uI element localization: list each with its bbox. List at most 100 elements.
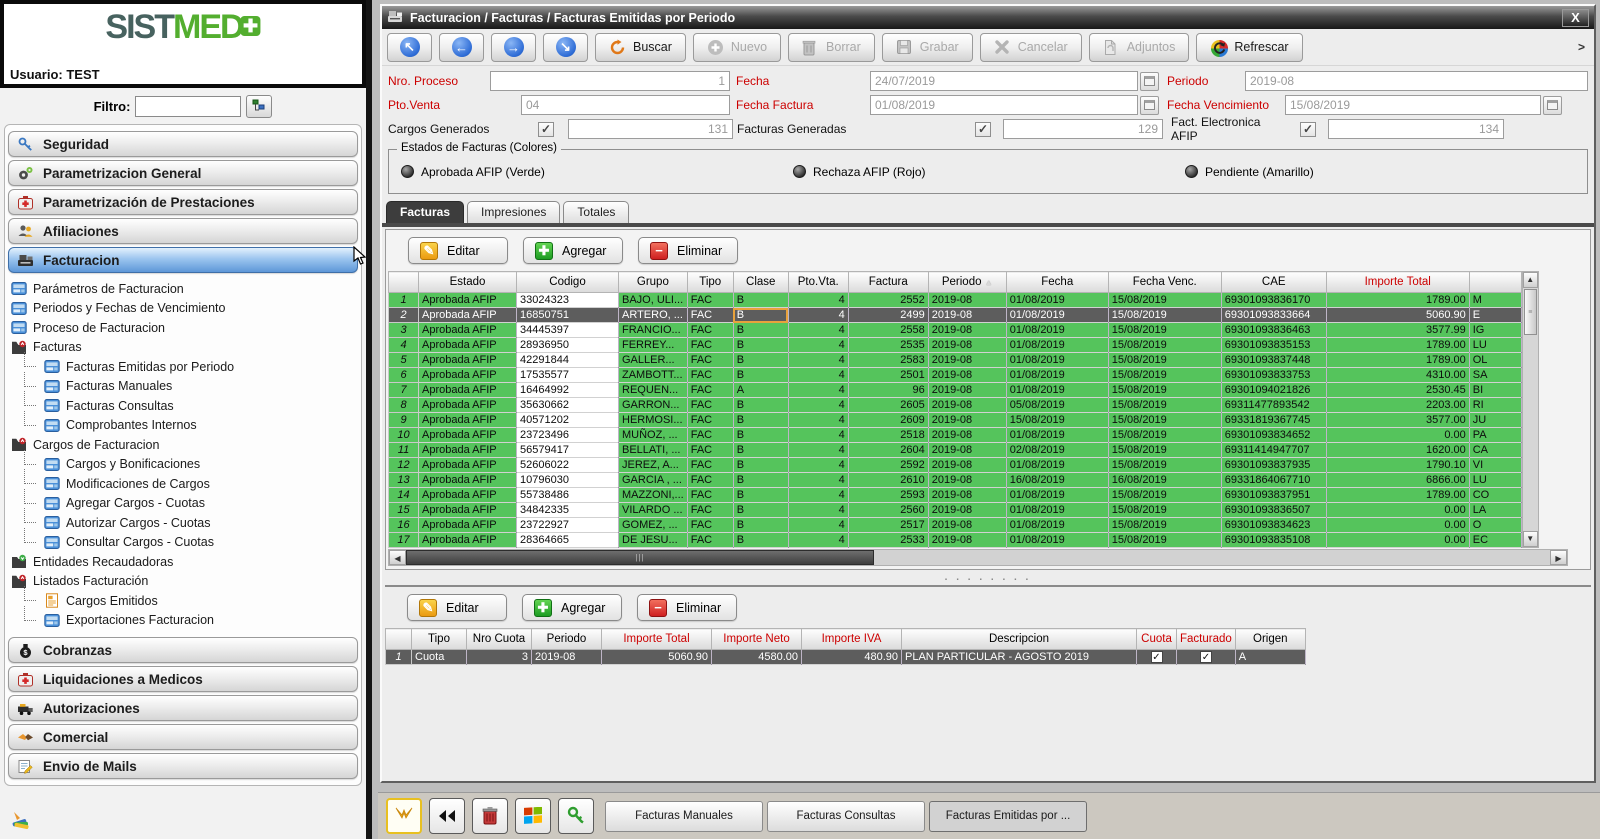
table-row[interactable]: 1Cuota32019-085060.904580.00480.90PLAN P… [386, 650, 1306, 665]
vertical-scrollbar[interactable]: ▲ ≡ ▼ [1522, 271, 1539, 548]
column-header-Fecha[interactable]: Fecha [1006, 272, 1108, 293]
checked-checkbox[interactable]: ✓ [1200, 651, 1212, 663]
tree-item-autorizar-cargos-cuotas[interactable]: Autorizar Cargos - Cuotas [11, 513, 359, 533]
column-header-Codigo[interactable]: Codigo [517, 272, 619, 293]
fecha-vencimiento-field[interactable] [1285, 95, 1541, 115]
panel-splitter[interactable]: . . . . . . . . [382, 570, 1594, 585]
column-header-Clase[interactable]: Clase [733, 272, 788, 293]
column-header-cut[interactable] [1469, 272, 1521, 293]
table-row[interactable]: 10Aprobada AFIP23723496MUÑOZ, ...FACB425… [389, 428, 1522, 443]
scroll-right-icon[interactable]: ▶ [1550, 550, 1567, 565]
horizontal-scrollbar[interactable]: ◀ ||| ▶ [388, 549, 1568, 566]
table-row[interactable]: 9Aprobada AFIP40571202HERMOSI...FACB4260… [389, 413, 1522, 428]
table-row[interactable]: 3Aprobada AFIP34445397FRANCIO...FACB4255… [389, 323, 1522, 338]
favorites-icon[interactable] [386, 798, 422, 834]
editar-button-bottom[interactable]: ✎Editar [407, 594, 507, 621]
eliminar-button-top[interactable]: −Eliminar [638, 237, 738, 264]
tab-totales[interactable]: Totales [563, 201, 629, 223]
table-row[interactable]: 15Aprobada AFIP34842335VILARDO ...FACB42… [389, 503, 1522, 518]
column-header-importe-iva[interactable]: Importe IVA [802, 629, 902, 650]
column-header-Estado[interactable]: Estado [419, 272, 517, 293]
tree-item-facturas[interactable]: Facturas [11, 338, 359, 358]
column-header-descripcion[interactable]: Descripcion [902, 629, 1137, 650]
table-row[interactable]: 8Aprobada AFIP35630662GARRON...FACB42605… [389, 398, 1522, 413]
toolbar-overflow-chevron[interactable]: > [1578, 40, 1585, 54]
nav-last-button[interactable]: ↘ [543, 33, 588, 62]
palette-icon[interactable] [10, 806, 34, 833]
editar-button-top[interactable]: ✎Editar [408, 237, 508, 264]
taskbar-button-0[interactable]: Facturas Manuales [605, 801, 763, 832]
tree-item-exportaciones-facturacion[interactable]: Exportaciones Facturacion [11, 611, 359, 631]
table-row[interactable]: 11Aprobada AFIP56579417BELLATI, ...FACB4… [389, 443, 1522, 458]
tree-item-cargos-emitidos[interactable]: Cargos Emitidos [11, 591, 359, 611]
fact-electronica-count[interactable] [1328, 119, 1504, 139]
tree-item-facturas-manuales[interactable]: Facturas Manuales [11, 377, 359, 397]
tree-item-par-metros-de-facturacion[interactable]: Parámetros de Facturacion [11, 279, 359, 299]
scroll-down-icon[interactable]: ▼ [1523, 531, 1538, 547]
column-header-importe-neto[interactable]: Importe Neto [712, 629, 802, 650]
column-header-Tipo[interactable]: Tipo [687, 272, 733, 293]
agregar-button-top[interactable]: ✚Agregar [523, 237, 623, 264]
column-header-nro-cuota[interactable]: Nro Cuota [467, 629, 532, 650]
fecha-factura-field[interactable] [870, 95, 1138, 115]
agregar-button-bottom[interactable]: ✚Agregar [522, 594, 622, 621]
nro-proceso-field[interactable] [490, 71, 730, 91]
cargos-generados-checkbox[interactable]: ✓ [538, 122, 554, 137]
pto-venta-field[interactable] [521, 95, 730, 115]
checked-checkbox[interactable]: ✓ [1151, 651, 1163, 663]
nav-next-button[interactable]: → [491, 33, 536, 62]
sidebar-item-seguridad[interactable]: Seguridad [8, 131, 358, 157]
sidebar-item-comercial[interactable]: Comercial [8, 724, 358, 750]
column-header-Fecha Venc.[interactable]: Fecha Venc. [1108, 272, 1221, 293]
column-header-facturado[interactable]: Facturado [1177, 629, 1236, 650]
grabar-button[interactable]: Grabar [882, 33, 973, 62]
facturas-generadas-count[interactable] [1003, 119, 1163, 139]
sidebar-item-parametrizaci-n-de-prestaciones[interactable]: Parametrización de Prestaciones [8, 189, 358, 215]
horizontal-scroll-thumb[interactable]: ||| [406, 550, 874, 565]
table-row[interactable]: 13Aprobada AFIP10796030GARCIA , ...FACB4… [389, 473, 1522, 488]
sidebar-item-liquidaciones-a-medicos[interactable]: Liquidaciones a Medicos [8, 666, 358, 692]
filter-input[interactable] [135, 96, 241, 117]
fact-electronica-checkbox[interactable]: ✓ [1300, 122, 1316, 137]
table-row[interactable]: 1Aprobada AFIP33024323BAJO, ULI...FACB42… [389, 293, 1522, 308]
column-header-Importe Total[interactable]: Importe Total [1326, 272, 1469, 293]
table-row[interactable]: 17Aprobada AFIP28364665DE JESU...FACB425… [389, 533, 1522, 548]
column-header-Pto.Vta.[interactable]: Pto.Vta. [788, 272, 848, 293]
periodo-field[interactable] [1245, 71, 1588, 91]
taskbar-button-1[interactable]: Facturas Consultas [767, 801, 925, 832]
sidebar-item-parametrizacion-general[interactable]: Parametrizacion General [8, 160, 358, 186]
fecha-factura-calendar-button[interactable] [1140, 96, 1159, 115]
trash-icon[interactable] [472, 798, 508, 834]
column-header-Factura[interactable]: Factura [848, 272, 928, 293]
rewind-icon[interactable] [429, 798, 465, 834]
column-header-importe-total[interactable]: Importe Total [602, 629, 712, 650]
buscar-button[interactable]: Buscar [595, 33, 686, 62]
column-header-periodo[interactable]: Periodo [532, 629, 602, 650]
tree-item-facturas-consultas[interactable]: Facturas Consultas [11, 396, 359, 416]
table-row[interactable]: 2Aprobada AFIP16850751ARTERO, ...FACB424… [389, 308, 1522, 323]
sidebar-item-envio-de-mails[interactable]: Envio de Mails [8, 753, 358, 779]
tab-impresiones[interactable]: Impresiones [467, 201, 560, 223]
tree-item-comprobantes-internos[interactable]: Comprobantes Internos [11, 416, 359, 436]
fecha-vencimiento-calendar-button[interactable] [1543, 96, 1562, 115]
column-header-cuota[interactable]: Cuota [1137, 629, 1177, 650]
tree-item-proceso-de-facturacion[interactable]: Proceso de Facturacion [11, 318, 359, 338]
tab-facturas[interactable]: Facturas [386, 201, 464, 223]
table-row[interactable]: 12Aprobada AFIP52606022JEREZ, A...FACB42… [389, 458, 1522, 473]
scroll-up-icon[interactable]: ▲ [1523, 272, 1538, 288]
tree-item-entidades-recaudadoras[interactable]: Entidades Recaudadoras [11, 552, 359, 572]
cancelar-button[interactable]: Cancelar [980, 33, 1082, 62]
table-row[interactable]: 7Aprobada AFIP16464992REQUEN...FACA49620… [389, 383, 1522, 398]
eliminar-button-bottom[interactable]: −Eliminar [637, 594, 737, 621]
column-header-origen[interactable]: Origen [1235, 629, 1305, 650]
filter-tree-button[interactable] [246, 95, 272, 118]
cargos-generados-count[interactable] [568, 119, 733, 139]
taskbar-button-2[interactable]: Facturas Emitidas por ... [929, 801, 1087, 832]
tree-item-cargos-y-bonificaciones[interactable]: Cargos y Bonificaciones [11, 455, 359, 475]
nav-first-button[interactable]: ↖ [387, 33, 432, 62]
refrescar-button[interactable]: Refrescar [1196, 33, 1302, 62]
sidebar-item-autorizaciones[interactable]: Autorizaciones [8, 695, 358, 721]
tree-item-modificaciones-de-cargos[interactable]: Modificaciones de Cargos [11, 474, 359, 494]
sidebar-item-afiliaciones[interactable]: Afiliaciones [8, 218, 358, 244]
sidebar-item-facturacion[interactable]: Facturacion [8, 247, 358, 273]
